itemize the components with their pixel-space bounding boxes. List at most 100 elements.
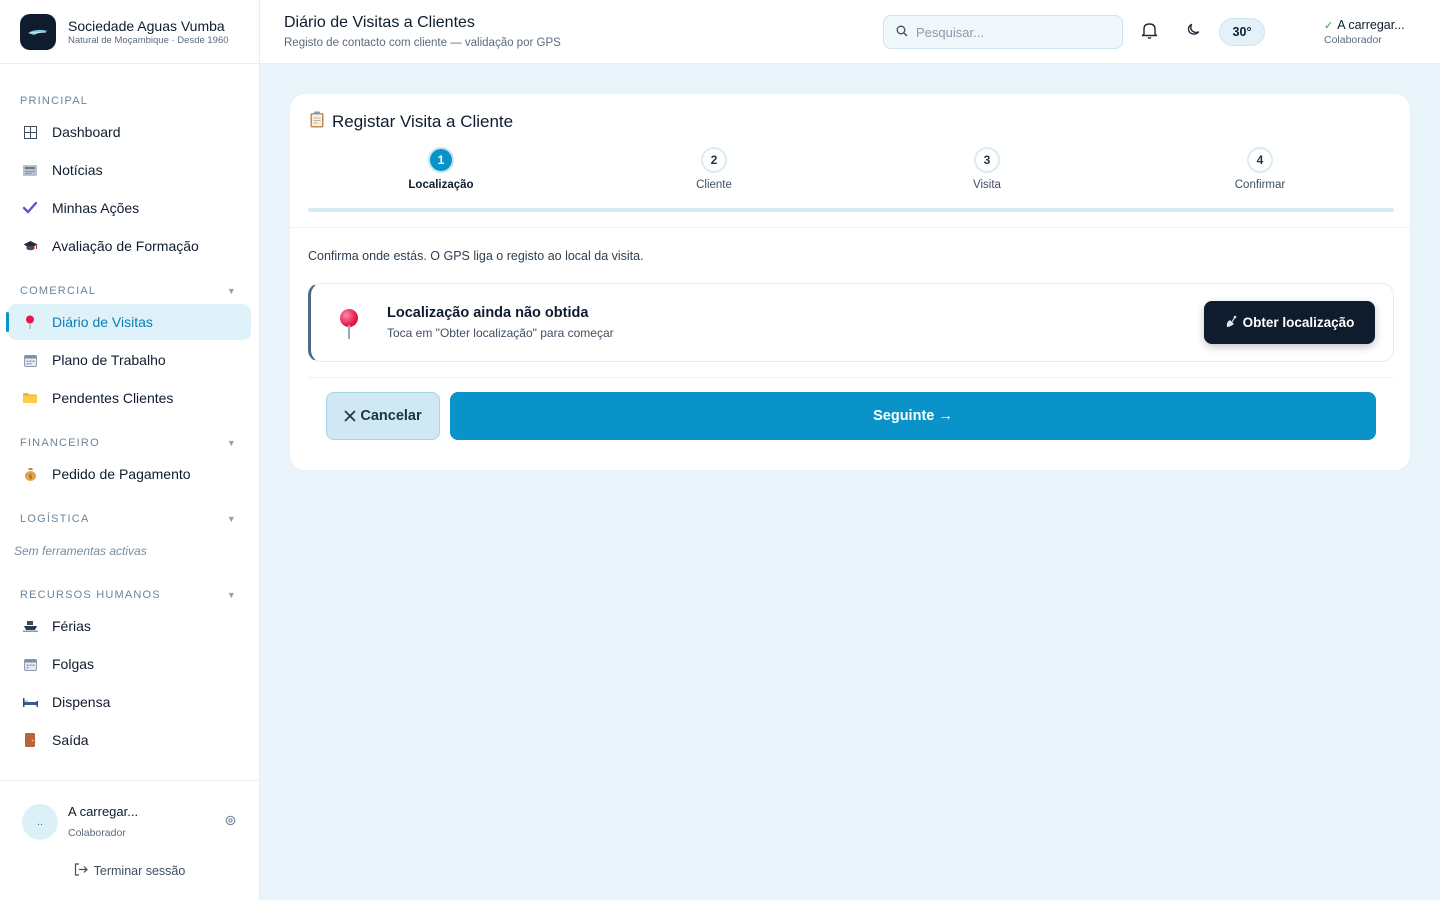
dark-mode-toggle[interactable] (1181, 20, 1205, 44)
sidebar-item-label: Dispensa (52, 694, 111, 710)
sidebar-item-pedido-pagamento[interactable]: $ Pedido de Pagamento (8, 456, 251, 492)
get-location-button[interactable]: Obter localização (1204, 301, 1375, 344)
step-number: 2 (701, 147, 727, 173)
topbar: Diário de Visitas a Clientes Registo de … (260, 0, 1440, 64)
search-input[interactable] (916, 24, 1106, 40)
brand: Sociedade Aguas Vumba Natural de Moçambi… (0, 0, 259, 64)
sidebar-item-ferias[interactable]: Férias (8, 608, 251, 644)
next-label: Seguinte → (873, 408, 953, 424)
sidebar-item-label: Férias (52, 618, 91, 634)
step-localizacao[interactable]: 1 Localização (381, 147, 501, 191)
sidebar-item-plano-trabalho[interactable]: Plano de Trabalho (8, 342, 251, 378)
section-comercial[interactable]: COMERCIAL ▼ (0, 280, 259, 302)
visit-form-card: Registar Visita a Cliente 1 Localização … (289, 93, 1411, 471)
section-label: PRINCIPAL (20, 95, 89, 107)
step-cliente[interactable]: 2 Cliente (654, 147, 774, 191)
sidebar-item-label: Dashboard (52, 124, 121, 140)
chevron-down-icon: ▼ (226, 286, 237, 296)
newspaper-icon (22, 162, 38, 178)
chevron-down-icon: ▼ (226, 590, 237, 600)
section-financeiro[interactable]: FINANCEIRO ▼ (0, 432, 259, 454)
svg-text:$: $ (28, 474, 32, 481)
sidebar: Sociedade Aguas Vumba Natural de Moçambi… (0, 0, 260, 900)
divider (290, 227, 1410, 228)
card-title-text: Registar Visita a Cliente (332, 111, 514, 131)
cancel-label: Cancelar (360, 408, 422, 424)
section-label: RECURSOS HUMANOS (20, 589, 161, 601)
sidebar-item-label: Plano de Trabalho (52, 352, 166, 368)
calendar-icon (22, 352, 38, 368)
step-number: 3 (974, 147, 1000, 173)
user-name: A carregar... (68, 804, 139, 819)
get-location-label: Obter localização (1242, 315, 1355, 330)
page-subtitle: Registo de contacto com cliente — valida… (284, 36, 561, 49)
bell-icon (1141, 21, 1158, 44)
close-icon (344, 406, 356, 427)
money-bag-icon: $ (22, 466, 38, 482)
sidebar-item-pendentes-clientes[interactable]: Pendentes Clientes (8, 380, 251, 416)
chevron-down-icon: ▼ (226, 514, 237, 524)
sidebar-item-label: Saída (52, 732, 89, 748)
notifications-button[interactable] (1137, 20, 1161, 44)
step-label: Localização (408, 179, 474, 191)
temperature-badge: 30° (1219, 18, 1265, 46)
location-status-title: Localização ainda não obtida (387, 305, 589, 321)
location-status-panel: Localização ainda não obtida Toca em "Ob… (308, 283, 1394, 362)
sidebar-item-dispensa[interactable]: Dispensa (8, 684, 251, 720)
step-number: 4 (1247, 147, 1273, 173)
search-box[interactable] (883, 15, 1123, 49)
graduation-cap-icon (22, 238, 38, 254)
chevron-down-icon: ▼ (226, 438, 237, 448)
sidebar-item-label: Pedido de Pagamento (52, 466, 191, 482)
ship-icon (22, 618, 38, 634)
bed-icon (22, 694, 38, 710)
brand-name: Sociedade Aguas Vumba (68, 17, 225, 34)
sidebar-item-noticias[interactable]: Notícias (8, 152, 251, 188)
card-title: Registar Visita a Cliente (310, 111, 513, 132)
sidebar-item-folgas[interactable]: Folgas (8, 646, 251, 682)
brand-logo[interactable] (20, 13, 56, 50)
check-icon (22, 200, 38, 216)
sidebar-item-label: Avaliação de Formação (52, 238, 199, 254)
sidebar-item-label: Diário de Visitas (52, 314, 153, 330)
section-logistica[interactable]: LOGÍSTICA ▼ (0, 508, 259, 530)
divider (308, 377, 1394, 378)
sidebar-item-saida[interactable]: Saída (8, 722, 251, 758)
header-user-name: A carregar... (1337, 18, 1405, 32)
next-button[interactable]: Seguinte → (450, 392, 1376, 440)
stepper: 1 Localização 2 Cliente 3 Visita 4 Confi… (308, 147, 1394, 191)
sidebar-item-dashboard[interactable]: Dashboard (8, 114, 251, 150)
sidebar-nav: PRINCIPAL Dashboard Notícias Minhas Açõe… (0, 64, 259, 758)
step-confirmar[interactable]: 4 Confirmar (1200, 147, 1320, 191)
avatar[interactable]: .. (22, 804, 58, 840)
location-hint: Confirma onde estás. O GPS liga o regist… (308, 249, 644, 263)
door-icon (22, 732, 38, 748)
step-label: Confirmar (1234, 179, 1286, 191)
step-label: Cliente (696, 179, 732, 191)
step-progress-bar (308, 208, 1394, 212)
sidebar-item-avaliacao-formacao[interactable]: Avaliação de Formação (8, 228, 251, 264)
satellite-icon (1225, 315, 1237, 331)
section-label: FINANCEIRO (20, 437, 100, 449)
section-recursos-humanos[interactable]: RECURSOS HUMANOS ▼ (0, 584, 259, 606)
calendar-icon (22, 656, 38, 672)
sidebar-item-diario-visitas[interactable]: Diário de Visitas (8, 304, 251, 340)
header-user[interactable]: ✓ A carregar... Colaborador (1324, 17, 1405, 47)
sidebar-item-minhas-acoes[interactable]: Minhas Ações (8, 190, 251, 226)
section-label: COMERCIAL (20, 285, 97, 297)
gear-icon[interactable] (224, 814, 237, 830)
sidebar-item-label: Minhas Ações (52, 200, 140, 216)
cancel-button[interactable]: Cancelar (326, 392, 440, 440)
pin-icon (337, 305, 363, 341)
moon-icon (1185, 22, 1201, 43)
section-principal: PRINCIPAL (0, 90, 259, 112)
logout-button[interactable]: Terminar sessão (0, 863, 259, 879)
search-icon (896, 25, 908, 40)
step-label: Visita (973, 179, 1001, 191)
step-visita[interactable]: 3 Visita (927, 147, 1047, 191)
location-status-subtitle: Toca em "Obter localização" para começar (387, 326, 614, 340)
step-number: 1 (428, 147, 454, 173)
logout-label: Terminar sessão (93, 864, 186, 878)
check-icon: ✓ (1324, 20, 1334, 32)
clipboard-icon (310, 111, 324, 132)
